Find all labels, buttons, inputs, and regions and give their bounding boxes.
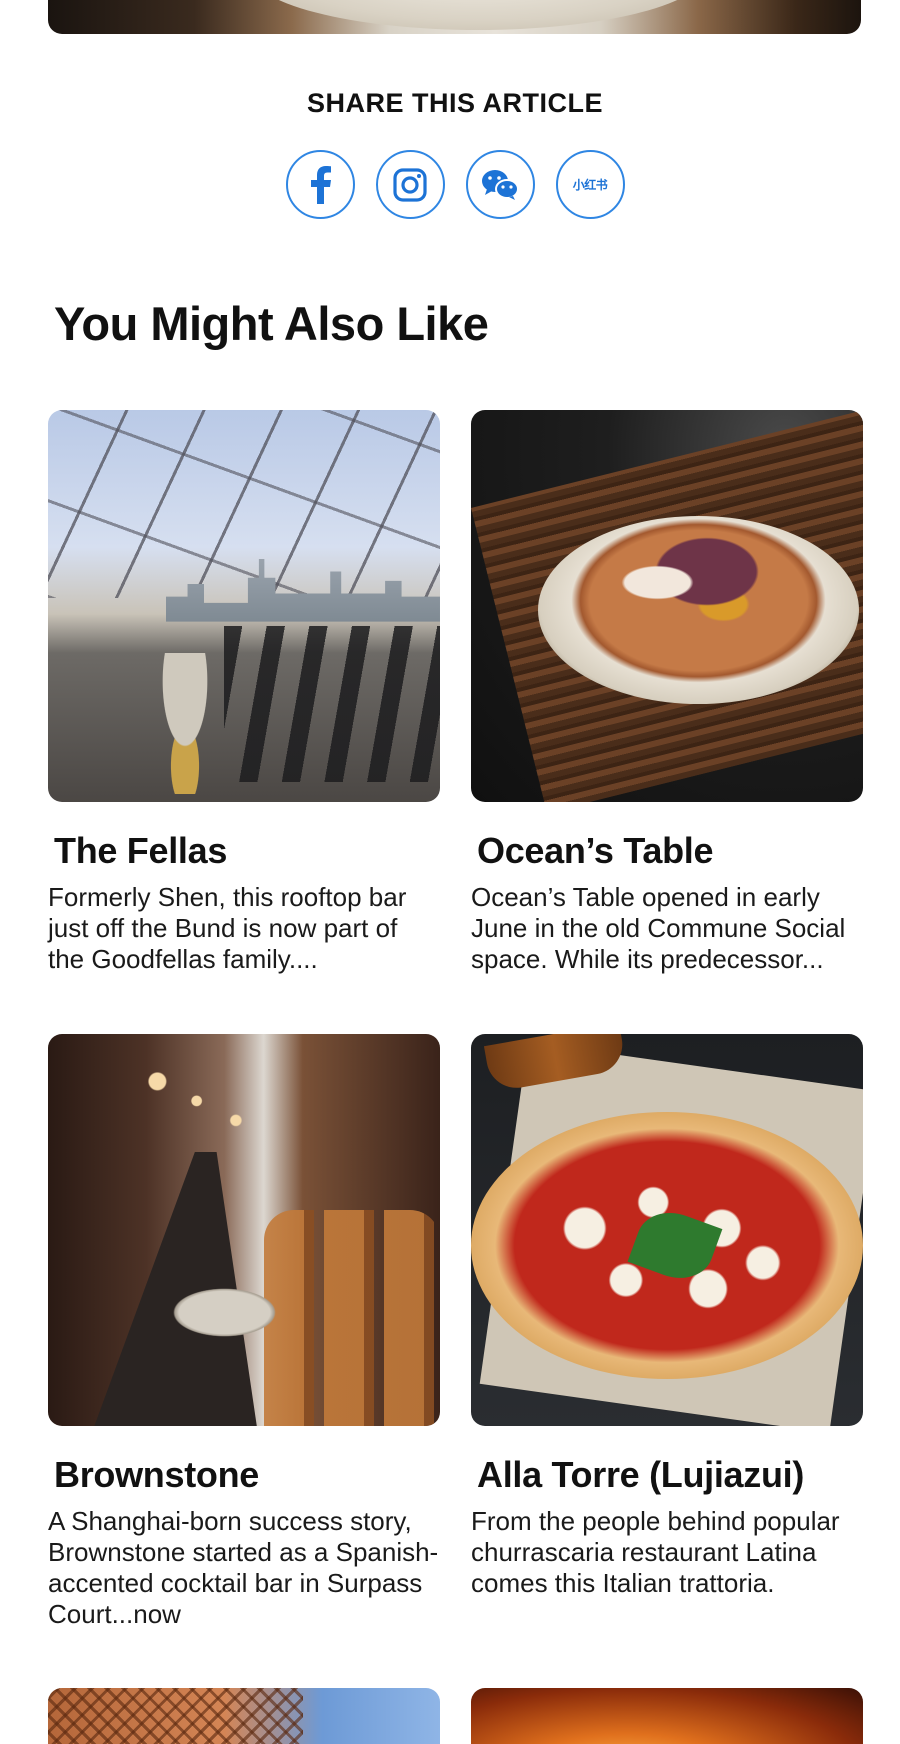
card-title[interactable]: Brownstone [48, 1454, 440, 1496]
card-description: Formerly Shen, this rooftop bar just off… [48, 882, 407, 974]
octopus-dish-detail [608, 527, 773, 638]
related-card-image-partial[interactable] [471, 1688, 863, 1744]
card-image[interactable] [48, 1034, 440, 1426]
share-title: SHARE THIS ARTICLE [306, 88, 603, 118]
dish-image-detail [248, 0, 708, 30]
share-instagram-button[interactable] [375, 150, 445, 219]
share-wechat-button[interactable] [465, 150, 535, 219]
related-card-alla-torre[interactable]: Alla Torre (Lujiazui) From the people be… [471, 1034, 863, 1599]
article-hero-image [48, 0, 861, 34]
xiaohongshu-icon: 小红书 [572, 178, 608, 192]
card-title[interactable]: The Fellas [48, 830, 440, 872]
card-image[interactable] [471, 410, 863, 802]
share-facebook-button[interactable] [285, 150, 355, 219]
card-description: A Shanghai-born success story, Brownston… [48, 1506, 439, 1629]
related-card-image-partial[interactable] [48, 1688, 440, 1744]
tables-detail [146, 653, 225, 795]
related-card-brownstone[interactable]: Brownstone A Shanghai-born success story… [48, 1034, 440, 1630]
facebook-icon [311, 165, 331, 204]
chairs-detail [224, 625, 440, 783]
rattan-chairs-detail [263, 1210, 440, 1426]
lattice-detail [48, 1688, 303, 1744]
related-card-oceans-table[interactable]: Ocean’s Table Ocean’s Table opened in ea… [471, 410, 863, 975]
card-description: From the people behind popular churrasca… [471, 1506, 840, 1598]
glass-roof-detail [48, 410, 440, 599]
card-description: Ocean’s Table opened in early June in th… [471, 882, 846, 974]
card-image[interactable] [48, 410, 440, 802]
card-title[interactable]: Alla Torre (Lujiazui) [471, 1454, 863, 1496]
share-xiaohongshu-button[interactable]: 小红书 [555, 150, 625, 219]
related-card-the-fellas[interactable]: The Fellas Formerly Shen, this rooftop b… [48, 410, 440, 975]
share-buttons: 小红书 [0, 150, 900, 219]
related-section-heading: You Might Also Like [54, 297, 489, 350]
wechat-icon [482, 169, 519, 200]
lamps-detail [126, 1057, 284, 1136]
card-image[interactable] [471, 1034, 863, 1426]
card-title[interactable]: Ocean’s Table [471, 830, 863, 872]
instagram-icon [393, 167, 427, 202]
plate-detail [165, 1284, 284, 1340]
